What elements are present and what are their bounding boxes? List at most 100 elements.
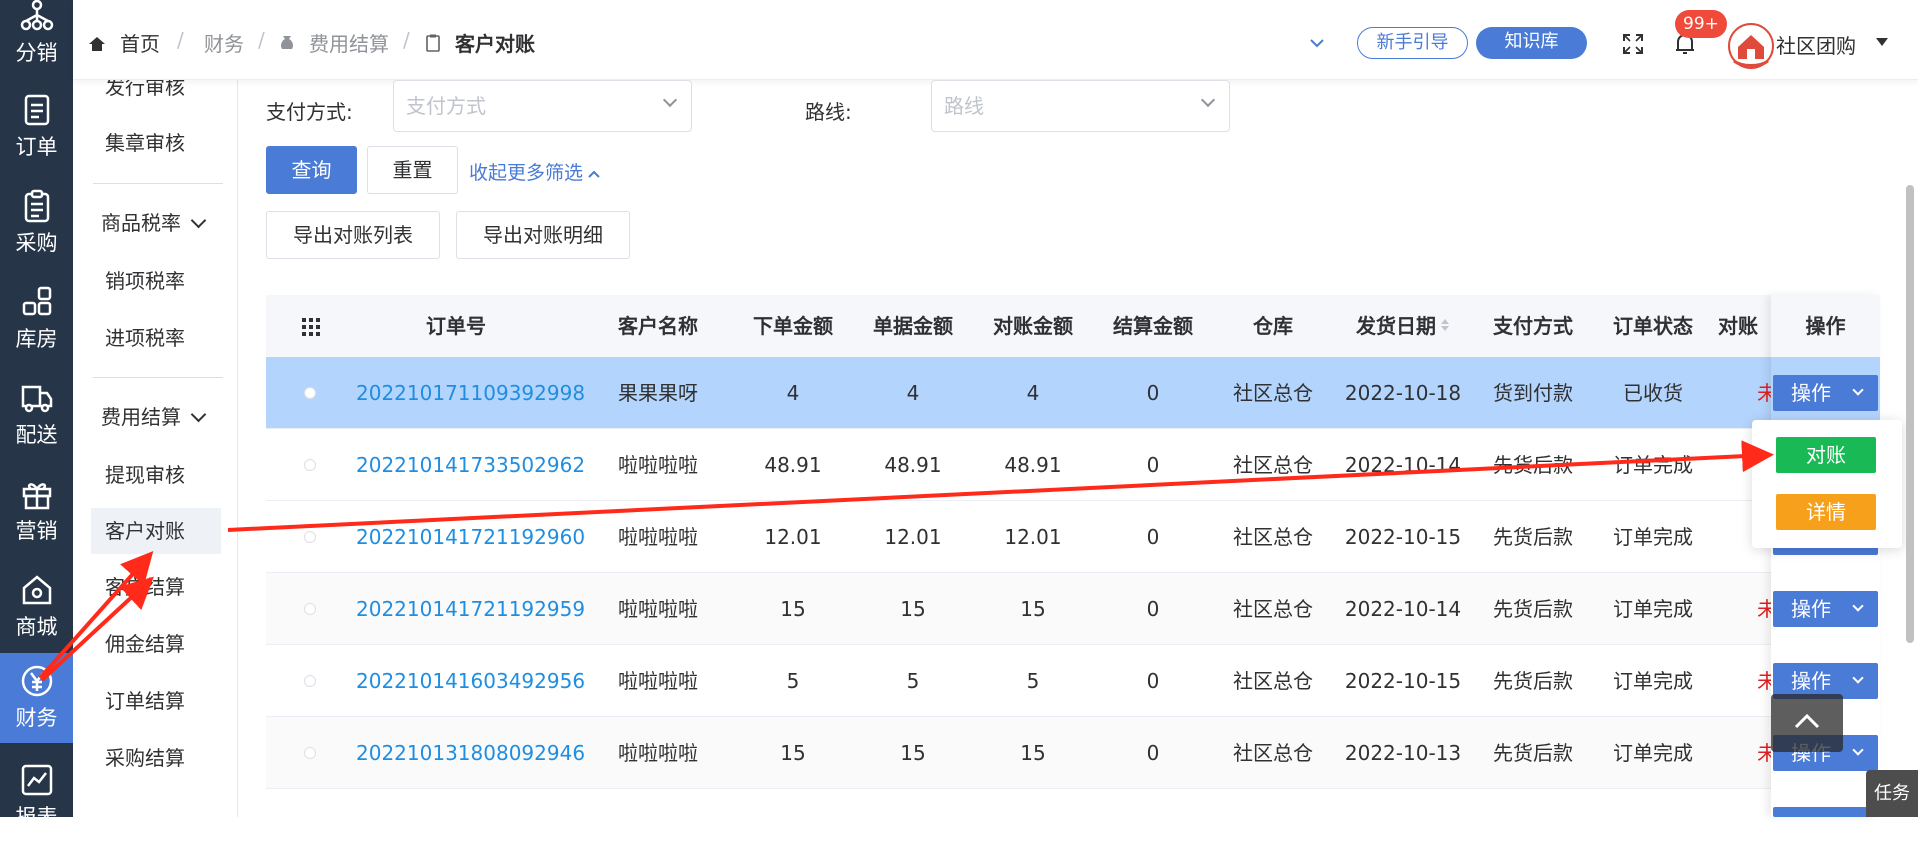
col-ship-date[interactable]: 发货日期	[1338, 295, 1468, 357]
avatar[interactable]	[1728, 23, 1774, 69]
reconcile-amount: 48.91	[1004, 453, 1062, 477]
scrollbar[interactable]	[1906, 185, 1914, 643]
order-no-link[interactable]: 202210141733502962	[356, 429, 585, 501]
chevron-up-icon	[588, 170, 600, 178]
rail-item-delivery[interactable]: 配送	[0, 370, 73, 460]
collapse-filters-link[interactable]: 收起更多筛选	[469, 158, 601, 185]
operation-button[interactable]	[1773, 807, 1878, 817]
sort-icon[interactable]	[1440, 317, 1450, 333]
rail-item-purchase[interactable]: 采购	[0, 178, 73, 268]
order-amount: 15	[780, 597, 806, 621]
subnav-item-output-tax[interactable]: 销项税率	[91, 258, 221, 304]
subnav-item-customer-reconcile[interactable]: 客户对账	[91, 508, 221, 554]
query-button[interactable]: 查询	[266, 146, 357, 194]
table-row[interactable]: 202210141721192959 啦啦啦啦 15 15 15 0 社区总仓 …	[266, 573, 1880, 645]
route-select[interactable]: 路线	[931, 80, 1230, 132]
chevron-down-icon	[1852, 672, 1864, 684]
rail-item-warehouse[interactable]: 库房	[0, 274, 73, 364]
subnav-group-tax-rate[interactable]: 商品税率	[91, 200, 221, 246]
table-row[interactable]: 202210141733502962 啦啦啦啦 48.91 48.91 48.9…	[266, 429, 1880, 501]
caret-down-icon[interactable]	[1876, 38, 1888, 46]
breadcrumb-finance[interactable]: 财务	[204, 28, 244, 57]
grid-icon	[22, 286, 51, 316]
chevron-down-icon	[1852, 600, 1864, 612]
subnav-item-customer-settlement[interactable]: 客户结算	[91, 564, 221, 610]
row-radio[interactable]	[304, 603, 316, 615]
subnav-item-commission-settlement[interactable]: 佣金结算	[91, 621, 221, 667]
guide-button[interactable]: 新手引导	[1357, 27, 1468, 59]
warehouse: 社区总仓	[1233, 597, 1313, 621]
table-row[interactable]: 202210141603492956 啦啦啦啦 5 5 5 0 社区总仓 202…	[266, 645, 1880, 717]
col-operation: 操作	[1771, 295, 1880, 357]
reconcile-button[interactable]: 对账	[1776, 437, 1876, 473]
knowledge-base-button[interactable]: 知识库	[1476, 27, 1587, 59]
chevron-up-icon	[1794, 713, 1820, 729]
rail-label: 库房	[15, 327, 58, 351]
reset-button[interactable]: 重置	[367, 146, 458, 194]
column-settings-icon[interactable]	[301, 317, 321, 337]
rail-item-distribution[interactable]: 分销	[0, 0, 73, 78]
row-radio[interactable]	[304, 531, 316, 543]
order-no-link[interactable]: 202210131808092946	[356, 717, 585, 789]
operation-label: 操作	[1791, 597, 1831, 621]
customer-name: 啦啦啦啦	[618, 525, 698, 549]
rail-item-orders[interactable]: 订单	[0, 82, 73, 172]
subnav-item-stamp-review[interactable]: 集章审核	[91, 120, 221, 166]
chevron-down-icon[interactable]	[1309, 38, 1325, 48]
col-settle-amount: 结算金额	[1113, 314, 1193, 338]
col-customer: 客户名称	[618, 314, 698, 338]
payment-method: 先货后款	[1493, 453, 1573, 477]
subnav-item-withdraw-review[interactable]: 提现审核	[91, 452, 221, 498]
order-no-link[interactable]: 202210141721192960	[356, 501, 585, 573]
ship-date: 2022-10-14	[1344, 597, 1462, 621]
user-name[interactable]: 社区团购	[1776, 30, 1856, 59]
export-detail-button[interactable]: 导出对账明细	[456, 211, 630, 259]
rail-item-reports[interactable]: 报表	[0, 752, 73, 842]
task-tab[interactable]: 任务	[1866, 770, 1918, 817]
table-row[interactable]: 202210131808092946 啦啦啦啦 15 15 15 0 社区总仓 …	[266, 717, 1880, 789]
back-to-top-button[interactable]	[1771, 694, 1843, 752]
order-no-link[interactable]: 202210171109392998	[356, 357, 585, 429]
breadcrumb-home[interactable]: 首页	[120, 28, 160, 57]
settle-amount: 0	[1146, 453, 1160, 477]
subnav-item-order-settlement[interactable]: 订单结算	[91, 678, 221, 724]
subnav-divider	[93, 377, 223, 378]
payment-method-select[interactable]: 支付方式	[393, 80, 692, 132]
table-row[interactable]	[266, 789, 1880, 861]
settle-amount: 0	[1146, 381, 1160, 405]
order-status: 订单完成	[1613, 597, 1693, 621]
rail-item-mall[interactable]: 商城	[0, 562, 73, 652]
table-row[interactable]: 202210171109392998 果果果呀 4 4 4 0 社区总仓 202…	[266, 357, 1880, 429]
order-status: 订单完成	[1613, 669, 1693, 693]
rail-item-finance[interactable]: 财务	[0, 653, 73, 743]
table-row[interactable]: 202210141721192960 啦啦啦啦 12.01 12.01 12.0…	[266, 501, 1880, 573]
detail-button[interactable]: 详情	[1776, 494, 1876, 530]
payment-method-placeholder: 支付方式	[406, 94, 486, 118]
fullscreen-icon[interactable]	[1622, 33, 1644, 55]
breadcrumb-fee-settlement[interactable]: 费用结算	[309, 28, 389, 57]
order-no-link[interactable]: 202210141603492956	[356, 645, 585, 717]
collapse-filters-label: 收起更多筛选	[469, 162, 584, 184]
subnav-item-input-tax[interactable]: 进项税率	[91, 315, 221, 361]
order-no-link[interactable]: 202210141721192959	[356, 573, 585, 645]
row-radio[interactable]	[304, 747, 316, 759]
warehouse: 社区总仓	[1233, 525, 1313, 549]
row-radio[interactable]	[304, 675, 316, 687]
doc-amount: 48.91	[884, 453, 942, 477]
col-order-status: 订单状态	[1613, 314, 1693, 338]
subnav-group-fee-settlement[interactable]: 费用结算	[91, 394, 221, 440]
rail-label: 采购	[15, 231, 58, 255]
operation-button[interactable]: 操作	[1773, 375, 1878, 411]
export-list-button[interactable]: 导出对账列表	[266, 211, 440, 259]
warehouse: 社区总仓	[1233, 741, 1313, 765]
row-radio[interactable]	[304, 387, 316, 399]
operation-button[interactable]: 操作	[1773, 591, 1878, 627]
rail-item-marketing[interactable]: 营销	[0, 466, 73, 556]
operation-label: 操作	[1791, 669, 1831, 693]
row-radio[interactable]	[304, 459, 316, 471]
settle-amount: 0	[1146, 597, 1160, 621]
order-status: 订单完成	[1613, 525, 1693, 549]
rail-label: 订单	[15, 135, 58, 159]
subnav-item-purchase-settlement[interactable]: 采购结算	[91, 735, 221, 781]
sitemap-icon	[20, 0, 53, 31]
